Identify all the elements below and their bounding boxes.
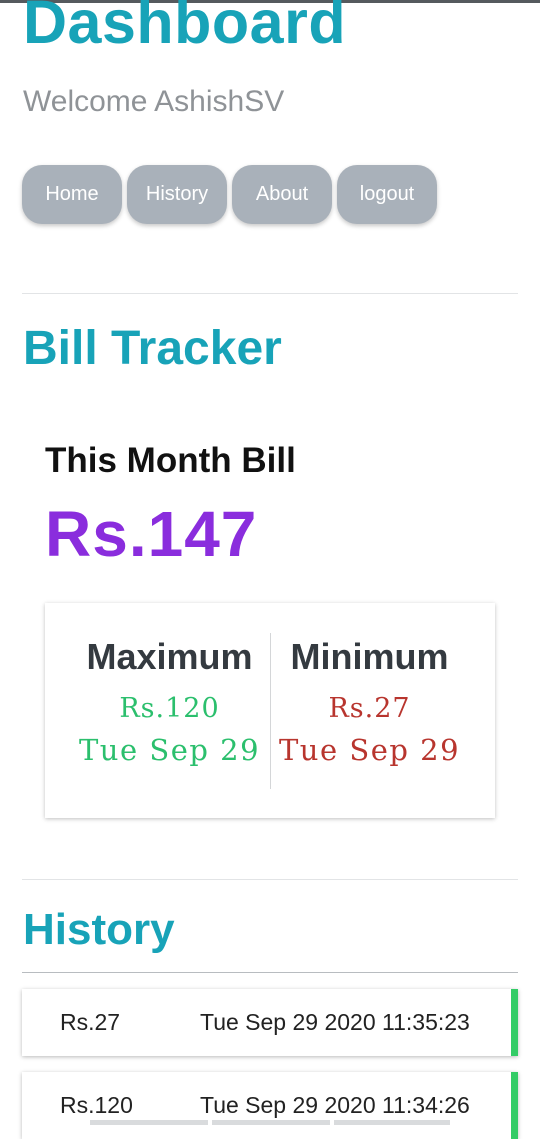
minimum-amount: Rs.27 [328, 693, 411, 724]
welcome-text: Welcome AshishSV [23, 85, 285, 118]
maximum-date: Tue Sep 29 [78, 733, 261, 767]
history-title: History [23, 905, 175, 954]
month-bill-value: Rs.147 [45, 498, 258, 570]
nav-bar: Home History About logout [22, 165, 437, 224]
history-button[interactable]: History [127, 165, 227, 224]
maximum-column: Maximum Rs.120 Tue Sep 29 [57, 633, 282, 765]
maximum-amount: Rs.120 [119, 693, 220, 724]
history-timestamp: Tue Sep 29 2020 11:34:26 [200, 1092, 470, 1118]
bottom-scroll-indicator [334, 1120, 450, 1125]
month-bill-label: This Month Bill [45, 441, 296, 480]
about-button[interactable]: About [232, 165, 332, 224]
bottom-scroll-indicator [90, 1120, 208, 1125]
maximum-label: Maximum [86, 636, 253, 677]
minimum-label: Minimum [290, 636, 449, 677]
section-divider [22, 293, 518, 294]
minimum-date: Tue Sep 29 [278, 733, 461, 767]
home-button[interactable]: Home [22, 165, 122, 224]
history-amount: Rs.120 [60, 1092, 133, 1118]
bottom-scroll-indicator [212, 1120, 330, 1125]
history-amount: Rs.27 [60, 1009, 121, 1035]
page-title: Dashboard [23, 0, 347, 56]
history-row[interactable]: Rs.120 Tue Sep 29 2020 11:34:26 [22, 1072, 518, 1139]
stats-card: Maximum Rs.120 Tue Sep 29 Minimum Rs.27 … [45, 603, 495, 818]
logout-button[interactable]: logout [337, 165, 437, 224]
bill-tracker-title: Bill Tracker [23, 322, 282, 375]
history-rule [22, 972, 518, 973]
section-divider [22, 879, 518, 880]
history-timestamp: Tue Sep 29 2020 11:35:23 [200, 1009, 470, 1035]
minimum-column: Minimum Rs.27 Tue Sep 29 [257, 633, 482, 765]
history-row[interactable]: Rs.27 Tue Sep 29 2020 11:35:23 [22, 989, 518, 1056]
